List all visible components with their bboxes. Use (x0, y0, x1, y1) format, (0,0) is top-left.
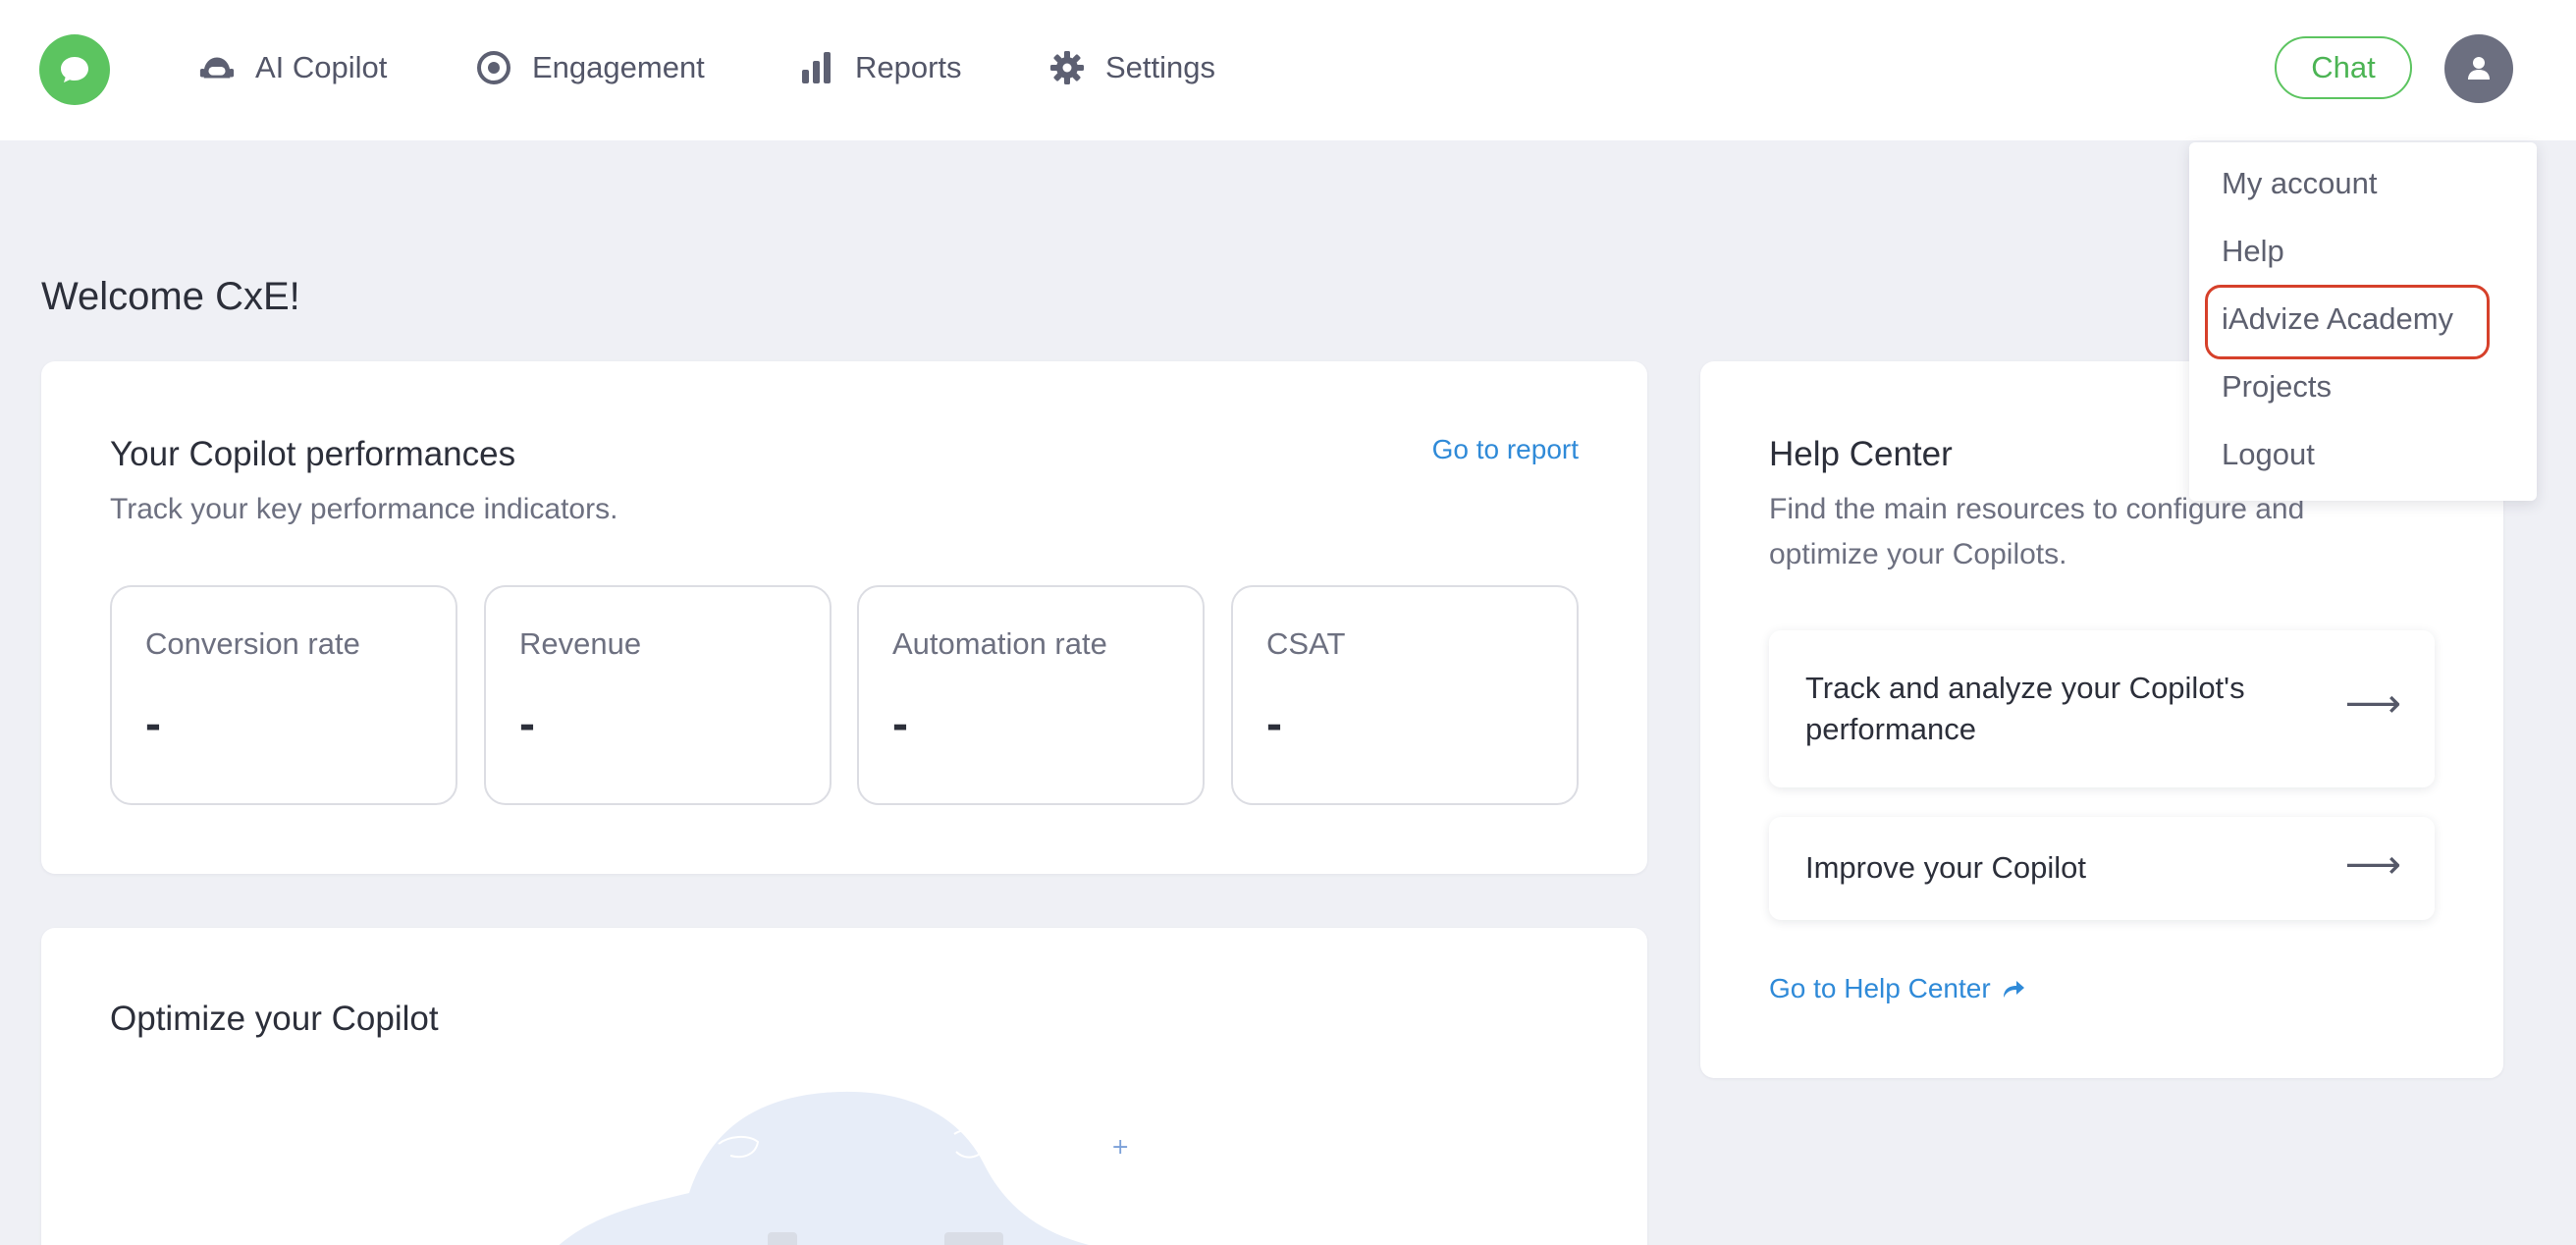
kpi-label: Conversion rate (145, 626, 360, 661)
nav-item-label: AI Copilot (255, 49, 388, 84)
menu-item-projects[interactable]: Projects (2222, 362, 2332, 411)
help-item-label: Improve your Copilot (1805, 850, 2087, 885)
nav-item-ai-copilot[interactable]: AI Copilot (198, 0, 387, 135)
kpi-value: - (519, 698, 535, 750)
optimize-title: Optimize your Copilot (110, 1000, 439, 1038)
kpi-label: CSAT (1266, 626, 1346, 661)
menu-item-help[interactable]: Help (2222, 227, 2284, 276)
nav-item-reports[interactable]: Reports (798, 0, 962, 135)
top-navigation-bar: AI Copilot Engagement Reports Settings C… (0, 0, 2576, 140)
user-icon (2468, 57, 2490, 80)
nav-item-engagement[interactable]: Engagement (475, 0, 705, 135)
svg-text:+: + (1111, 1135, 1129, 1160)
menu-item-my-account[interactable]: My account (2222, 159, 2378, 208)
user-avatar-button[interactable] (2444, 34, 2513, 103)
world-map-illustration: + (559, 1091, 1129, 1245)
optimize-card: Optimize your Copilot + (41, 928, 1647, 1245)
nav-item-label: Settings (1105, 49, 1216, 84)
help-item-track-performance[interactable]: Track and analyze your Copilot's perform… (1769, 630, 2435, 787)
kpi-label: Revenue (519, 626, 642, 661)
kpi-value: - (145, 698, 161, 750)
menu-item-iadvize-academy[interactable]: iAdvize Academy (2222, 295, 2453, 344)
go-to-help-center-link[interactable]: Go to Help Center (1769, 973, 2026, 1004)
page-title: Welcome CxE! (41, 275, 300, 318)
kpi-card-csat: CSAT - (1231, 585, 1579, 805)
gear-icon (1048, 49, 1086, 86)
performance-subtitle: Track your key performance indicators. (110, 493, 618, 525)
kpi-value: - (892, 698, 908, 750)
chat-button[interactable]: Chat (2275, 36, 2412, 99)
performance-title: Your Copilot performances (110, 435, 516, 473)
kpi-card-revenue: Revenue - (484, 585, 832, 805)
go-to-report-link[interactable]: Go to report (1432, 434, 1579, 465)
help-center-link-label: Go to Help Center (1769, 973, 1991, 1003)
target-icon (475, 49, 512, 86)
nav-item-settings[interactable]: Settings (1048, 0, 1215, 135)
help-item-label: Track and analyze your Copilot's perform… (1805, 671, 2245, 746)
kpi-card-conversion-rate: Conversion rate - (110, 585, 457, 805)
bar-chart-icon (798, 49, 835, 86)
user-dropdown-menu: My account Help iAdvize Academy Projects… (2189, 142, 2537, 501)
kpi-label: Automation rate (892, 626, 1107, 661)
kpi-value: - (1266, 698, 1282, 750)
copilot-icon (198, 49, 236, 86)
nav-item-label: Reports (855, 49, 962, 84)
nav-item-label: Engagement (532, 49, 705, 84)
logo-chat-bubble-icon[interactable] (39, 34, 110, 105)
menu-item-logout[interactable]: Logout (2222, 430, 2315, 479)
help-center-title: Help Center (1769, 435, 1953, 473)
arrow-right-icon: ⟶ (2344, 682, 2401, 726)
help-item-improve-copilot[interactable]: Improve your Copilot ⟶ (1769, 817, 2435, 920)
share-arrow-icon (2003, 981, 2024, 998)
arrow-right-icon: ⟶ (2344, 843, 2401, 887)
kpi-card-automation-rate: Automation rate - (857, 585, 1205, 805)
